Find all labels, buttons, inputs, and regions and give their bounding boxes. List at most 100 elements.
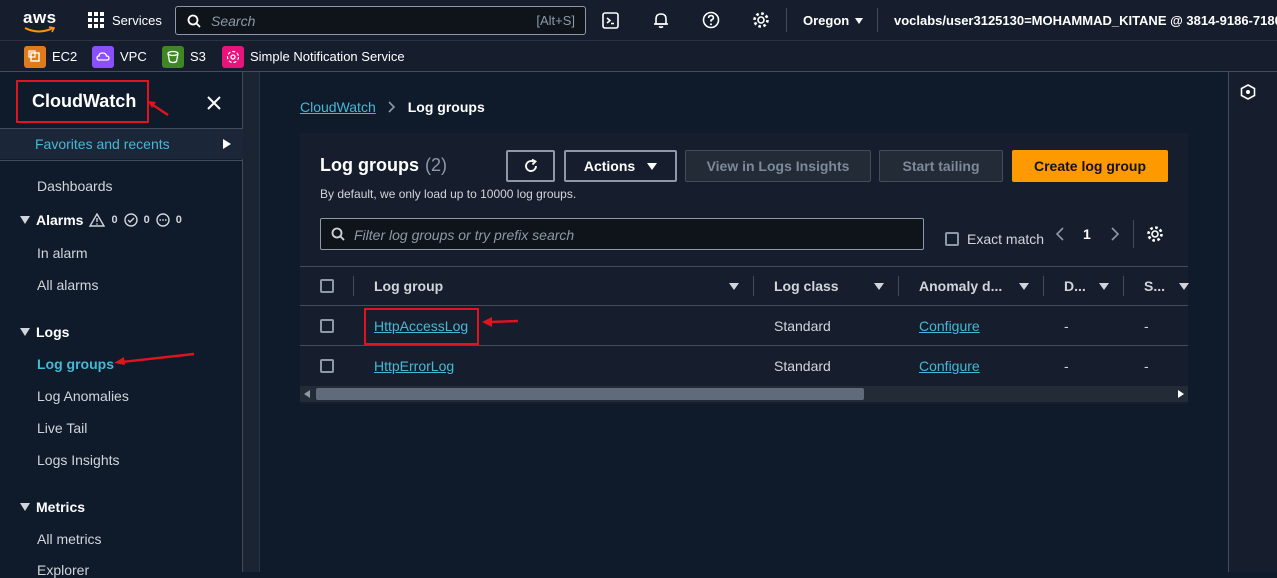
- scroll-right-icon[interactable]: [1178, 390, 1184, 398]
- sort-icon[interactable]: [1179, 283, 1189, 290]
- favorites-and-recents[interactable]: Favorites and recents: [0, 129, 243, 159]
- create-log-group-button[interactable]: Create log group: [1012, 150, 1168, 182]
- top-navigation: aws Services Search [Alt+S] Oregon vocla…: [0, 0, 1277, 41]
- create-label: Create log group: [1033, 158, 1146, 174]
- view-in-logs-insights-button[interactable]: View in Logs Insights: [685, 150, 871, 182]
- configure-link[interactable]: Configure: [919, 318, 980, 334]
- pagination-divider: [1133, 220, 1134, 248]
- fav-sns[interactable]: Simple Notification Service: [222, 45, 405, 68]
- help-icon[interactable]: [702, 11, 720, 29]
- sidebar-item-logs-insights[interactable]: Logs Insights: [37, 452, 120, 468]
- chevron-left-icon[interactable]: [1055, 227, 1065, 241]
- sidebar-item-all-metrics[interactable]: All metrics: [37, 531, 102, 547]
- column-separator: [898, 276, 899, 296]
- sidebar-item-explorer[interactable]: Explorer: [37, 562, 89, 578]
- sidebar-section-metrics[interactable]: Metrics: [20, 499, 85, 515]
- exact-match-checkbox[interactable]: [945, 232, 959, 246]
- actions-button[interactable]: Actions: [564, 150, 677, 182]
- page-number[interactable]: 1: [1083, 226, 1091, 242]
- sidebar-item-log-groups[interactable]: Log groups: [37, 356, 114, 372]
- column-header-anomaly[interactable]: Anomaly d...: [919, 278, 1002, 294]
- notifications-icon[interactable]: [652, 11, 670, 29]
- sort-icon[interactable]: [1019, 283, 1029, 290]
- fav-label: EC2: [52, 49, 78, 64]
- d-cell: -: [1064, 358, 1069, 374]
- nav-divider: [786, 8, 787, 32]
- grid-icon: [88, 12, 104, 28]
- sns-icon: [222, 45, 244, 68]
- services-label: Services: [112, 12, 162, 28]
- select-all-checkbox[interactable]: [320, 279, 334, 293]
- fav-ec2[interactable]: EC2: [24, 45, 77, 68]
- log-group-link[interactable]: HttpErrorLog: [374, 358, 454, 374]
- ec2-icon: [24, 45, 46, 68]
- gear-icon[interactable]: [1146, 225, 1164, 243]
- sidebar: CloudWatch Favorites and recents Dashboa…: [0, 72, 243, 578]
- alarms-label: Alarms: [36, 212, 84, 228]
- caret-down-icon: [20, 216, 30, 224]
- fav-label: S3: [190, 49, 206, 64]
- s3-icon: [162, 45, 184, 68]
- scroll-left-icon[interactable]: [304, 390, 310, 398]
- settings-icon[interactable]: [752, 11, 770, 29]
- log-group-link[interactable]: HttpAccessLog: [374, 318, 468, 334]
- fav-label: VPC: [120, 49, 147, 64]
- info-panel-icon[interactable]: [1240, 84, 1256, 100]
- s-cell: -: [1144, 358, 1149, 374]
- filter-input[interactable]: Filter log groups or try prefix search: [320, 218, 924, 250]
- sidebar-section-logs[interactable]: Logs: [20, 324, 69, 340]
- aws-logo-text: aws: [23, 8, 57, 27]
- breadcrumb-cloudwatch[interactable]: CloudWatch: [300, 99, 376, 115]
- panel-description: By default, we only load up to 10000 log…: [320, 187, 577, 201]
- row-checkbox[interactable]: [320, 359, 334, 373]
- panel-header: Log groups (2): [320, 155, 447, 176]
- services-menu[interactable]: Services: [88, 12, 162, 28]
- horizontal-scrollbar[interactable]: [300, 386, 1188, 402]
- column-header-d[interactable]: D...: [1064, 278, 1086, 294]
- account-menu[interactable]: voclabs/user3125130=MOHAMMAD_KITANE @ 38…: [894, 13, 1277, 28]
- refresh-button[interactable]: [506, 150, 555, 182]
- table-divider: [300, 345, 1188, 346]
- sidebar-item-in-alarm[interactable]: In alarm: [37, 245, 88, 261]
- sort-icon[interactable]: [729, 283, 739, 290]
- close-icon[interactable]: [207, 96, 221, 110]
- column-header-log-class[interactable]: Log class: [774, 278, 839, 294]
- vpc-icon: [92, 45, 114, 68]
- sort-icon[interactable]: [874, 283, 884, 290]
- fav-label: Simple Notification Service: [250, 49, 405, 64]
- sidebar-section-alarms[interactable]: Alarms 0 0 0: [20, 212, 182, 228]
- panel-count: (2): [424, 155, 447, 175]
- start-tailing-button[interactable]: Start tailing: [879, 150, 1003, 182]
- right-rail: [1228, 72, 1277, 572]
- filter-placeholder: Filter log groups or try prefix search: [354, 227, 575, 243]
- chevron-right-icon[interactable]: [1110, 227, 1120, 241]
- sidebar-item-all-alarms[interactable]: All alarms: [37, 277, 98, 293]
- sidebar-scrollbar[interactable]: [243, 72, 260, 572]
- ok-count: 0: [143, 214, 150, 226]
- region-selector[interactable]: Oregon: [803, 13, 864, 28]
- column-header-s[interactable]: S...: [1144, 278, 1165, 294]
- check-circle-icon: [123, 213, 138, 227]
- caret-down-icon: [20, 328, 30, 336]
- sidebar-item-log-anomalies[interactable]: Log Anomalies: [37, 388, 129, 404]
- row-checkbox[interactable]: [320, 319, 334, 333]
- sidebar-item-dashboards[interactable]: Dashboards: [37, 178, 113, 194]
- search-icon: [187, 14, 201, 28]
- sort-icon[interactable]: [1099, 283, 1109, 290]
- logs-label: Logs: [36, 324, 70, 340]
- d-cell: -: [1064, 318, 1069, 334]
- breadcrumb: CloudWatch Log groups: [300, 99, 485, 115]
- caret-down-icon: [20, 503, 30, 511]
- fav-s3[interactable]: S3: [162, 45, 206, 68]
- column-header-log-group[interactable]: Log group: [374, 278, 443, 294]
- configure-link[interactable]: Configure: [919, 358, 980, 374]
- cloudshell-icon[interactable]: [602, 12, 619, 29]
- sidebar-item-live-tail[interactable]: Live Tail: [37, 420, 87, 436]
- aws-logo[interactable]: aws: [23, 8, 57, 34]
- log-class-cell: Standard: [774, 358, 831, 374]
- fav-vpc[interactable]: VPC: [92, 45, 147, 68]
- s-cell: -: [1144, 318, 1149, 334]
- scrollbar-thumb[interactable]: [316, 388, 864, 400]
- search-input[interactable]: Search [Alt+S]: [175, 6, 586, 35]
- search-shortcut: [Alt+S]: [536, 13, 575, 28]
